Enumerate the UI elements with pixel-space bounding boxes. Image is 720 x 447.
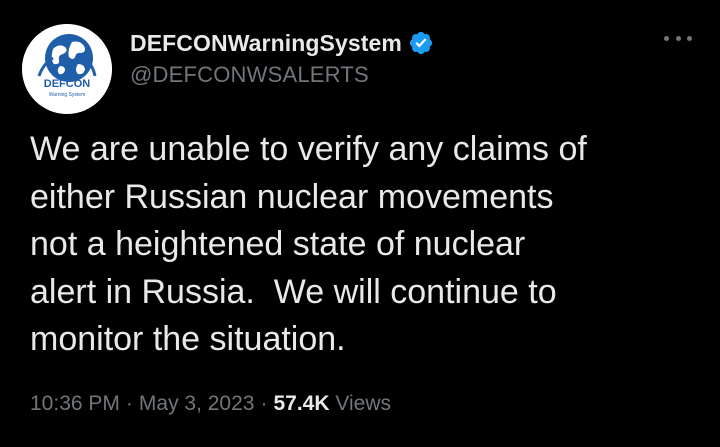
- more-options-icon[interactable]: [664, 28, 692, 48]
- logo-subtext: Warning System: [49, 92, 86, 98]
- logo-text: DEFCON: [44, 78, 91, 90]
- tweet-card: DEFCON Warning System DEFCONWarningSyste…: [0, 0, 720, 447]
- avatar[interactable]: DEFCON Warning System: [22, 24, 112, 114]
- views-label[interactable]: Views: [335, 392, 391, 415]
- more-dot: [664, 35, 669, 41]
- tweet-meta: 10:36 PM · May 3, 2023 · 57.4K Views: [30, 392, 391, 416]
- handle[interactable]: @DEFCONWSALERTS: [130, 62, 369, 88]
- tweet-text: We are unable to verify any claims of ei…: [30, 130, 587, 358]
- more-dot: [675, 35, 681, 41]
- more-dot: [687, 35, 692, 41]
- author-name-row[interactable]: DEFCONWarningSystem: [130, 28, 434, 58]
- defcon-logo: DEFCON Warning System: [22, 24, 112, 114]
- meta-separator: ·: [260, 392, 268, 415]
- views-count[interactable]: 57.4K: [273, 392, 329, 415]
- tweet-time[interactable]: 10:36 PM: [30, 392, 120, 415]
- tweet-date[interactable]: May 3, 2023: [139, 392, 255, 415]
- display-name[interactable]: DEFCONWarningSystem: [130, 30, 402, 57]
- meta-separator: ·: [125, 392, 133, 415]
- verified-badge-icon: [408, 30, 434, 56]
